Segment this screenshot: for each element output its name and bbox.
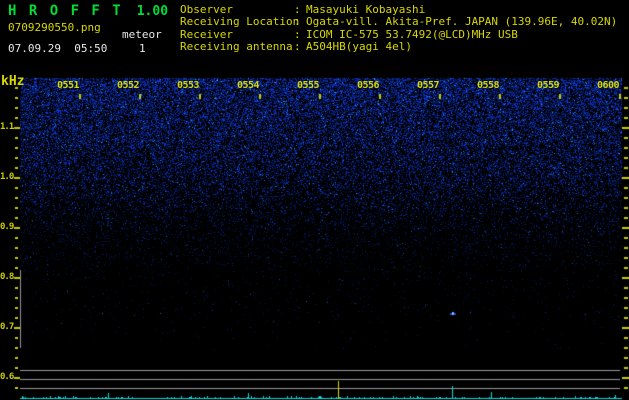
observation-datetime: 07.09.29 05:50 <box>8 42 108 55</box>
info-row-antenna: Receiving antenna: A504HB(yagi 4el) <box>180 40 617 54</box>
hrofft-spectrogram-image: H R O F F T 1.00 0709290550.png meteor 07… <box>0 0 629 400</box>
info-value: A504HB(yagi 4el) <box>306 40 412 54</box>
station-info: Observer: Masayuki Kobayashi Receiving Lo… <box>180 3 618 54</box>
time-tick-label: 0600 <box>596 80 620 91</box>
time-tick-label: 0559 <box>536 80 560 91</box>
time-tick-label: 0555 <box>296 80 320 91</box>
info-separator: : <box>294 15 301 29</box>
meteor-count: 1 <box>139 42 146 55</box>
freq-tick-label: 0.9 <box>0 222 14 232</box>
freq-tick-label: 0.8 <box>0 272 14 282</box>
app-version: 1.00 <box>136 4 169 19</box>
time-tick-label: 0556 <box>356 80 380 91</box>
freq-tick-label: 0.6 <box>0 372 14 382</box>
info-value: Ogata-vill. Akita-Pref. JAPAN (139.96E, … <box>306 15 618 29</box>
freq-tick-label: 0.7 <box>0 322 14 332</box>
app-title: H R O F F T 1.00 <box>8 3 168 19</box>
time-tick-label: 0553 <box>176 80 200 91</box>
time-tick-label: 0557 <box>416 80 440 91</box>
freq-axis-unit-label: kHz <box>1 74 25 89</box>
info-label: Receiving antenna <box>180 40 293 54</box>
output-filename: 0709290550.png <box>8 21 101 34</box>
info-row-location: Receiving Location: Ogata-vill. Akita-Pre… <box>180 15 618 29</box>
freq-tick-label: 1.1 <box>0 122 14 132</box>
info-separator: : <box>294 40 301 54</box>
info-label: Receiving Location <box>180 15 300 29</box>
time-tick-label: 0551 <box>56 80 80 91</box>
freq-tick-label: 1.0 <box>0 172 14 182</box>
time-tick-label: 0558 <box>476 80 500 91</box>
mode-label: meteor <box>122 28 162 41</box>
spectrogram-plot <box>0 0 629 400</box>
time-tick-label: 0552 <box>116 80 140 91</box>
app-name: H R O F F T <box>8 3 123 19</box>
time-tick-label: 0554 <box>236 80 260 91</box>
